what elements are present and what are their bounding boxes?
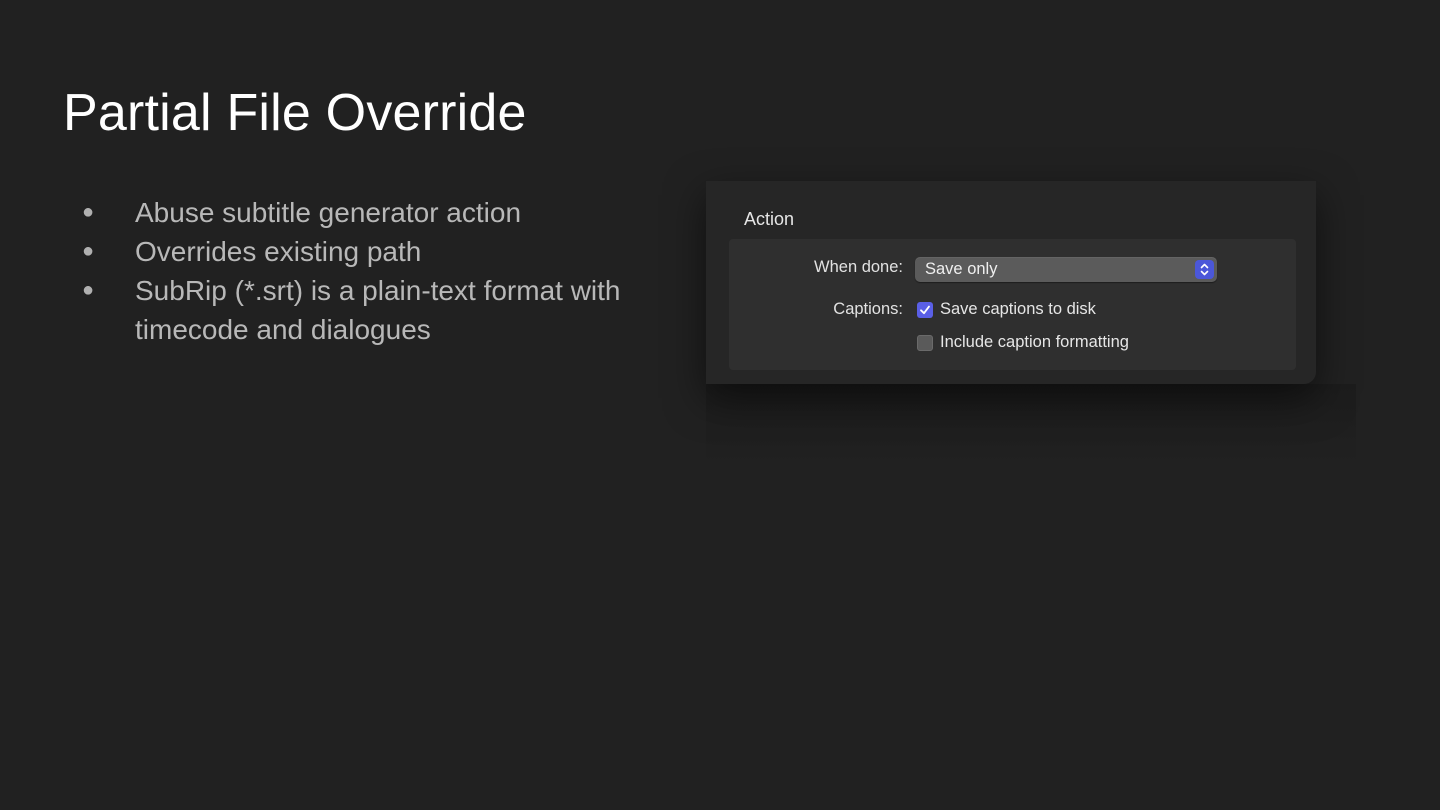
action-settings-screenshot: Action When done: Save only Captions: Sa… xyxy=(706,181,1316,384)
when-done-selected-value: Save only xyxy=(925,260,998,278)
action-group-box: When done: Save only Captions: Save capt… xyxy=(729,239,1296,370)
include-formatting-checkbox[interactable] xyxy=(917,335,933,351)
bullet-text: Abuse subtitle generator action xyxy=(135,197,522,228)
screenshot-reflection xyxy=(706,384,1356,464)
save-captions-label[interactable]: Save captions to disk xyxy=(940,300,1096,319)
save-captions-checkbox[interactable] xyxy=(917,302,933,318)
when-done-select[interactable]: Save only xyxy=(915,257,1217,282)
bullet-text: Overrides existing path xyxy=(135,236,422,267)
bullet-item: ● Overrides existing path xyxy=(80,232,680,271)
checkmark-icon xyxy=(920,305,930,315)
include-formatting-label[interactable]: Include caption formatting xyxy=(940,333,1129,352)
bullet-dot: ● xyxy=(82,201,95,223)
bullet-list: ● Abuse subtitle generator action ● Over… xyxy=(80,193,680,349)
chevron-up-down-icon xyxy=(1195,260,1214,279)
bullet-dot: ● xyxy=(82,279,95,301)
bullet-text: SubRip (*.srt) is a plain-text format wi… xyxy=(135,275,621,345)
bullet-item: ● SubRip (*.srt) is a plain-text format … xyxy=(80,271,680,349)
section-label-action: Action xyxy=(744,209,795,229)
when-done-label: When done: xyxy=(814,258,903,276)
bullet-item: ● Abuse subtitle generator action xyxy=(80,193,680,232)
slide: Partial File Override ● Abuse subtitle g… xyxy=(0,0,1440,810)
captions-label: Captions: xyxy=(833,300,903,318)
slide-title: Partial File Override xyxy=(63,84,527,142)
bullet-dot: ● xyxy=(82,240,95,262)
